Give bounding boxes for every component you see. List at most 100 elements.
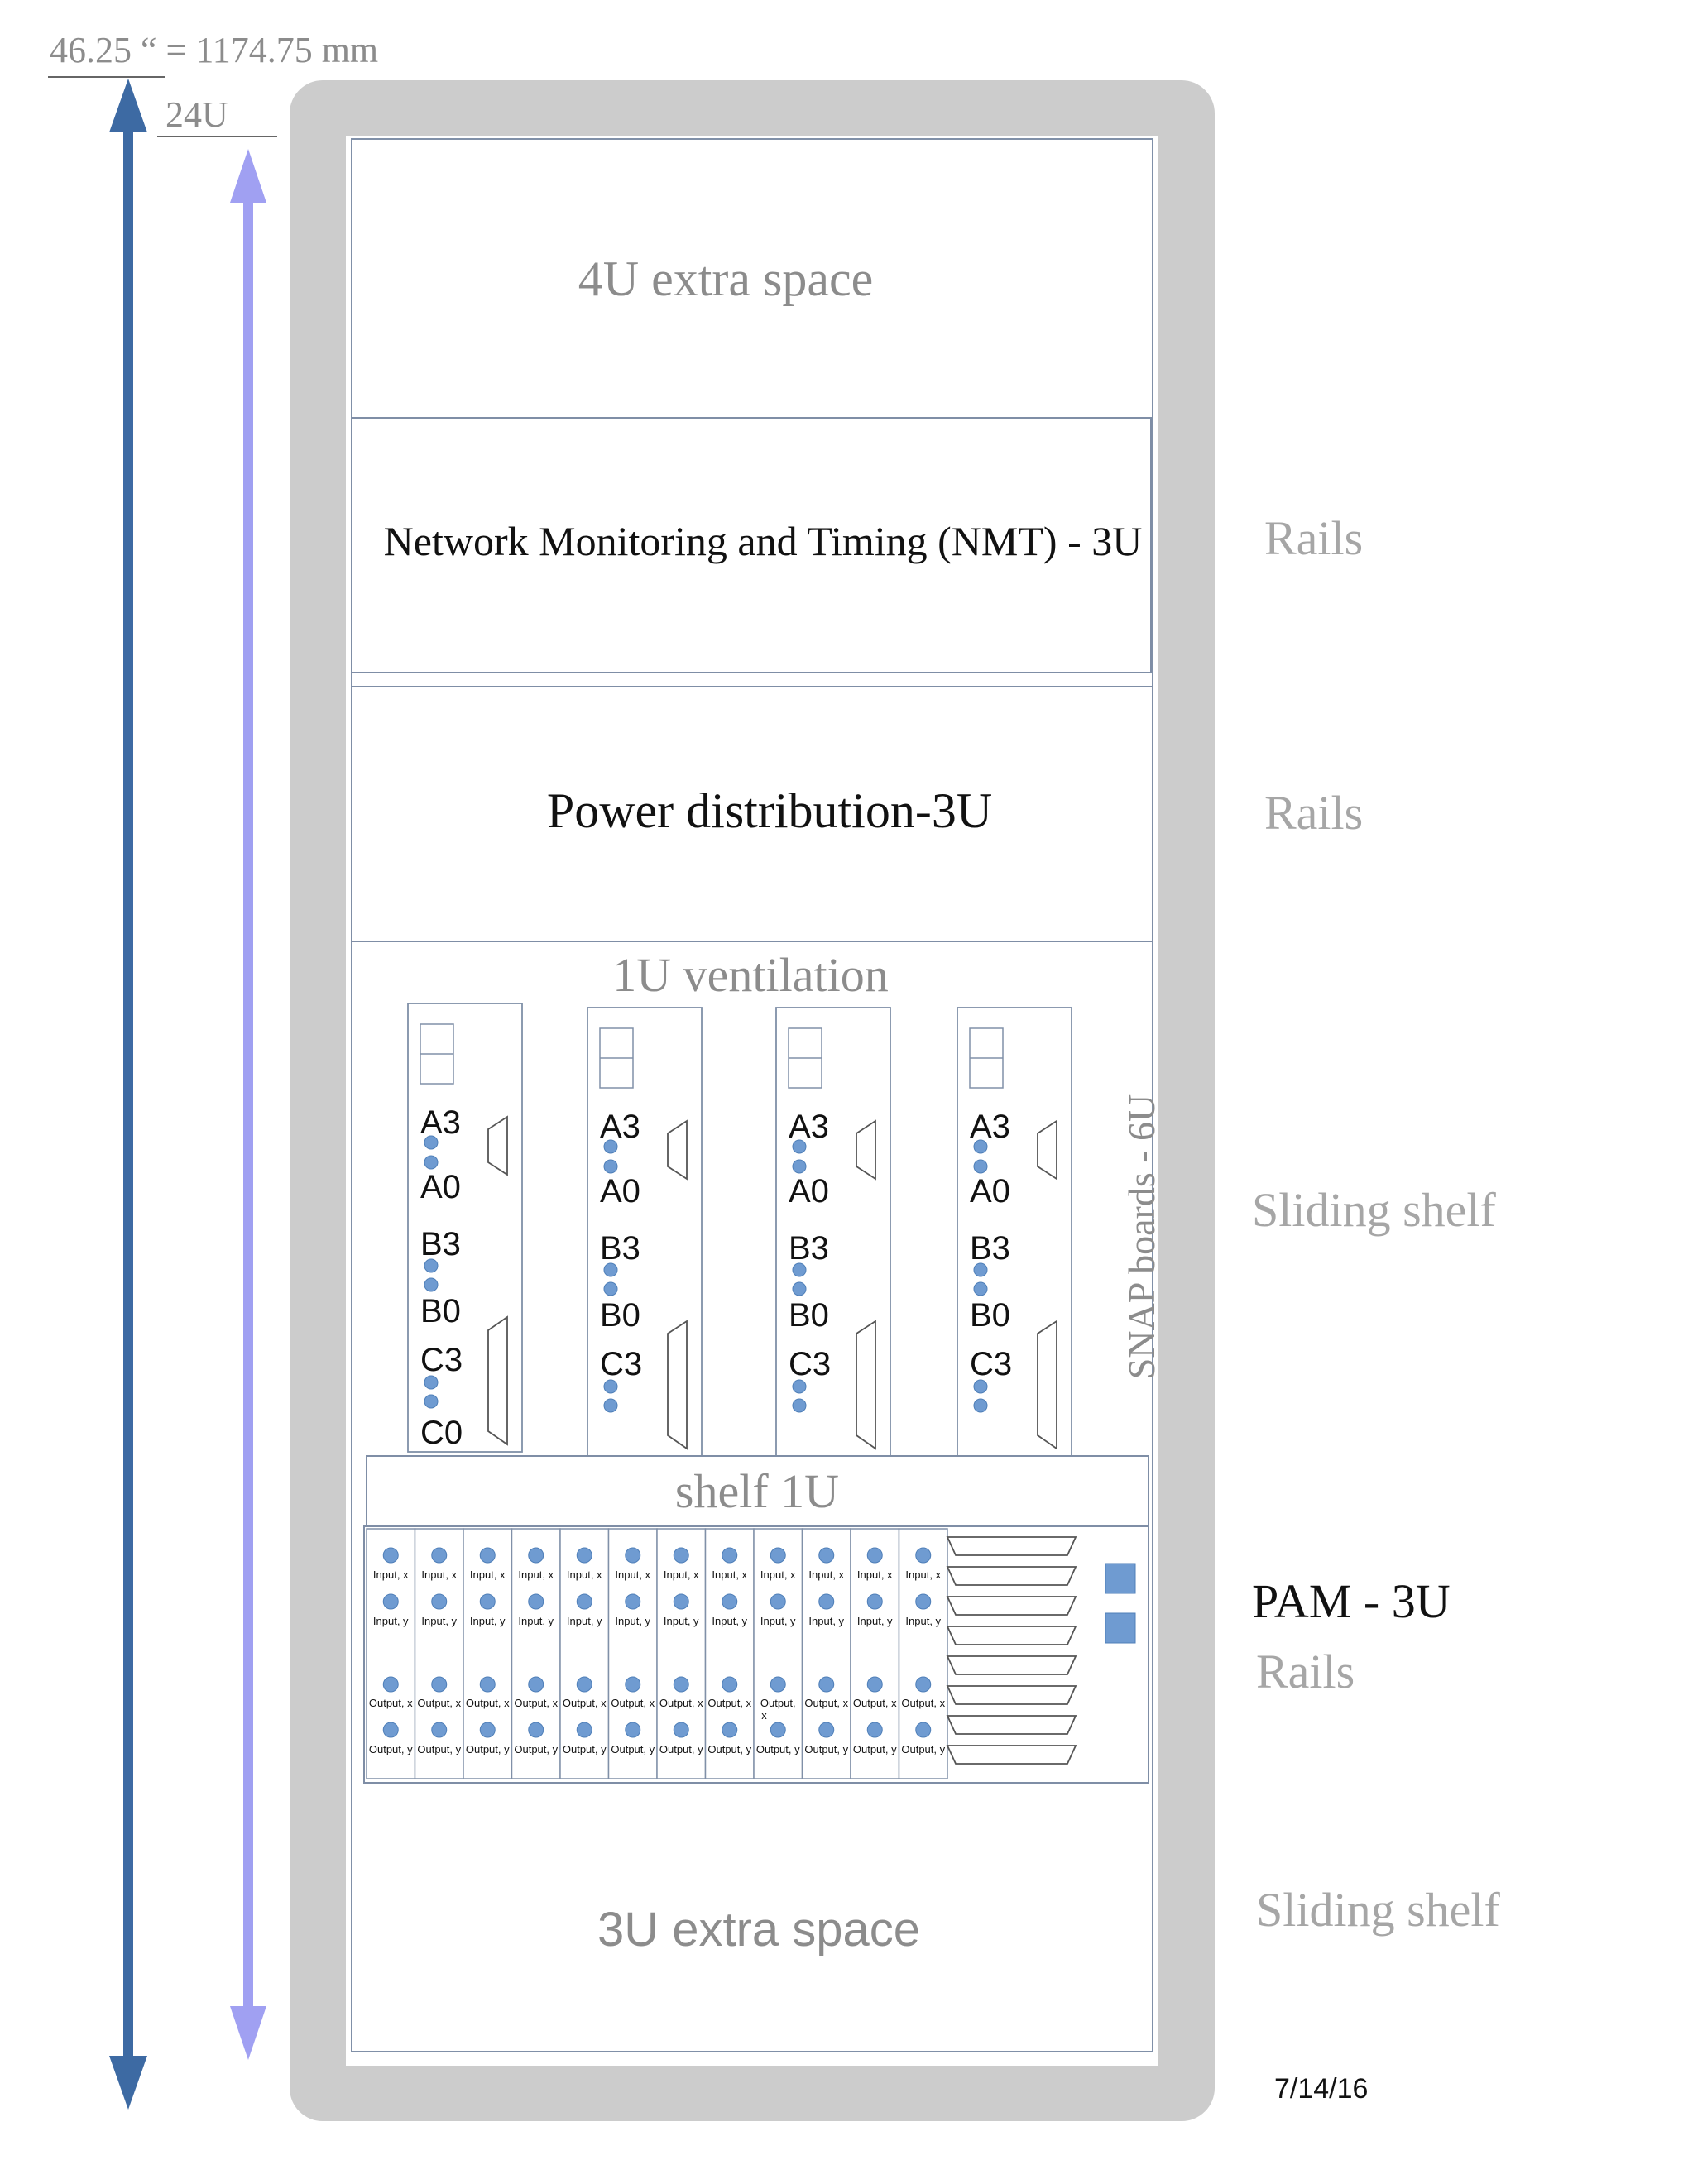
pam-connector-dot (866, 1676, 883, 1693)
pam-channel-label: Input, y (664, 1615, 699, 1627)
board-2-connector (603, 1398, 618, 1413)
board-2-connector (603, 1159, 618, 1174)
pam-connector-dot (625, 1593, 641, 1610)
board-3-connector (792, 1281, 807, 1296)
pam-indicator-square (1105, 1612, 1136, 1644)
board-1-label-b0: B0 (420, 1293, 461, 1329)
pam-connector-dot (770, 1676, 786, 1693)
pam-connector-dot (818, 1722, 835, 1738)
pam-connector-dot (770, 1593, 786, 1610)
board-1-connector (424, 1394, 439, 1409)
board-1-connector (424, 1277, 439, 1292)
board-3-label-c3: C3 (789, 1346, 831, 1382)
pam-channel-label: Output, y (466, 1743, 510, 1755)
board-1-connector (424, 1375, 439, 1390)
pam-connector-dot (479, 1547, 496, 1564)
board-1-connector (424, 1155, 439, 1170)
pam-channel-label: Output, x (853, 1697, 897, 1709)
pam-connector-dot (576, 1722, 592, 1738)
board-4-label-b3: B3 (970, 1230, 1010, 1267)
pam-channel-label: Output, y (804, 1743, 848, 1755)
overall-height-arrow (109, 79, 147, 2110)
pam-connector-dot (818, 1593, 835, 1610)
pam-channel-column (607, 1528, 658, 1779)
side-label-power-rails: Rails (1264, 786, 1363, 840)
board-1-connector (424, 1135, 439, 1150)
board-2-connector (603, 1379, 618, 1394)
pam-connector-dot (479, 1593, 496, 1610)
pam-connector-dot (722, 1547, 738, 1564)
pam-connector-dot (673, 1722, 689, 1738)
board-2-connector (603, 1139, 618, 1154)
pam-channel-label: Input, x (518, 1569, 554, 1581)
pam-connector-dot (818, 1547, 835, 1564)
board-3-label-a3: A3 (789, 1109, 829, 1145)
board-1-label-c3: C3 (420, 1342, 463, 1378)
pam-connector-dot (479, 1722, 496, 1738)
board-4-label-c3: C3 (970, 1346, 1012, 1382)
pam-channel-label: Input, y (712, 1615, 747, 1627)
pam-channel-label: Output, x (707, 1697, 751, 1709)
pam-channel-column (414, 1528, 464, 1779)
pam-channel-column (463, 1528, 513, 1779)
snap-board-3: A3 A0 B3 B0 C3 (775, 1007, 891, 1457)
board-1-label-a0: A0 (420, 1169, 461, 1205)
board-3-connector (792, 1398, 807, 1413)
snap-board-2: A3 A0 B3 B0 C3 (587, 1007, 703, 1457)
pam-channel-label: Output, y (369, 1743, 413, 1755)
snap-board-1: A3 A0 B3 B0 C3 C0 (407, 1003, 523, 1453)
board-3-label-b0: B0 (789, 1297, 829, 1334)
pam-channel-label: Input, x (808, 1569, 844, 1581)
pam-connector-dot (866, 1593, 883, 1610)
date-label: 7/14/16 (1274, 2073, 1368, 2105)
pam-channel-label: Input, y (373, 1615, 409, 1627)
pam-connector-dot (866, 1722, 883, 1738)
pam-connector-dot (818, 1676, 835, 1693)
board-3-port-large (856, 1320, 876, 1450)
units-height-arrow (230, 149, 266, 2060)
board-3-label-a0: A0 (789, 1173, 829, 1209)
pam-channel-column (704, 1528, 755, 1779)
pam-connector-dot (431, 1722, 448, 1738)
pam-channel-label: Output, y (707, 1743, 751, 1755)
board-4-connector (973, 1398, 988, 1413)
board-4-label-a3: A3 (970, 1109, 1010, 1145)
board-2-connector (603, 1262, 618, 1277)
pam-channel-label: Output, x (611, 1697, 655, 1709)
board-4-label-a0: A0 (970, 1173, 1010, 1209)
pam-connector-dot (431, 1676, 448, 1693)
pam-channel-label: Output, y (611, 1743, 655, 1755)
pam-channel-label: Input, y (615, 1615, 650, 1627)
pam-channel-label: Output, y (756, 1743, 800, 1755)
pam-connector-dot (722, 1593, 738, 1610)
pam-channel-label: Input, x (857, 1569, 893, 1581)
snap-board-4: A3 A0 B3 B0 C3 (957, 1007, 1072, 1457)
board-2-label-a3: A3 (600, 1109, 640, 1145)
pam-connector-dot (431, 1593, 448, 1610)
pam-channel-column (753, 1528, 803, 1779)
board-1-label-c0: C0 (420, 1415, 463, 1451)
pam-connector-dot (479, 1676, 496, 1693)
side-label-pam-rails: Rails (1256, 1645, 1355, 1698)
pam-slot-connector (946, 1626, 1077, 1645)
board-4-connector (973, 1159, 988, 1174)
pam-channel-column (559, 1528, 610, 1779)
board-3-connector (792, 1379, 807, 1394)
pam-connector-dot (673, 1676, 689, 1693)
pam-connector-dot (915, 1593, 932, 1610)
top-extra-space-label: 4U extra space (578, 251, 873, 306)
shelf-1u-label: shelf 1U (675, 1464, 839, 1518)
pam-channel-label: Output, x (466, 1697, 510, 1709)
pam-channel-label: Output, y (563, 1743, 607, 1755)
pam-channel-label: Output, y (417, 1743, 461, 1755)
board-3-connector (792, 1159, 807, 1174)
pam-connector-dot (382, 1547, 399, 1564)
pam-slot-connector (946, 1536, 1077, 1556)
pam-connector-dot (382, 1593, 399, 1610)
board-3-connector (792, 1139, 807, 1154)
board-1-connector (424, 1258, 439, 1273)
pam-channel-label: Output, x (417, 1697, 461, 1709)
pam-channel-column (511, 1528, 561, 1779)
snap-boards-label: SNAP boards - 6U (1120, 1094, 1163, 1380)
pam-channel-label: Input, y (760, 1615, 796, 1627)
